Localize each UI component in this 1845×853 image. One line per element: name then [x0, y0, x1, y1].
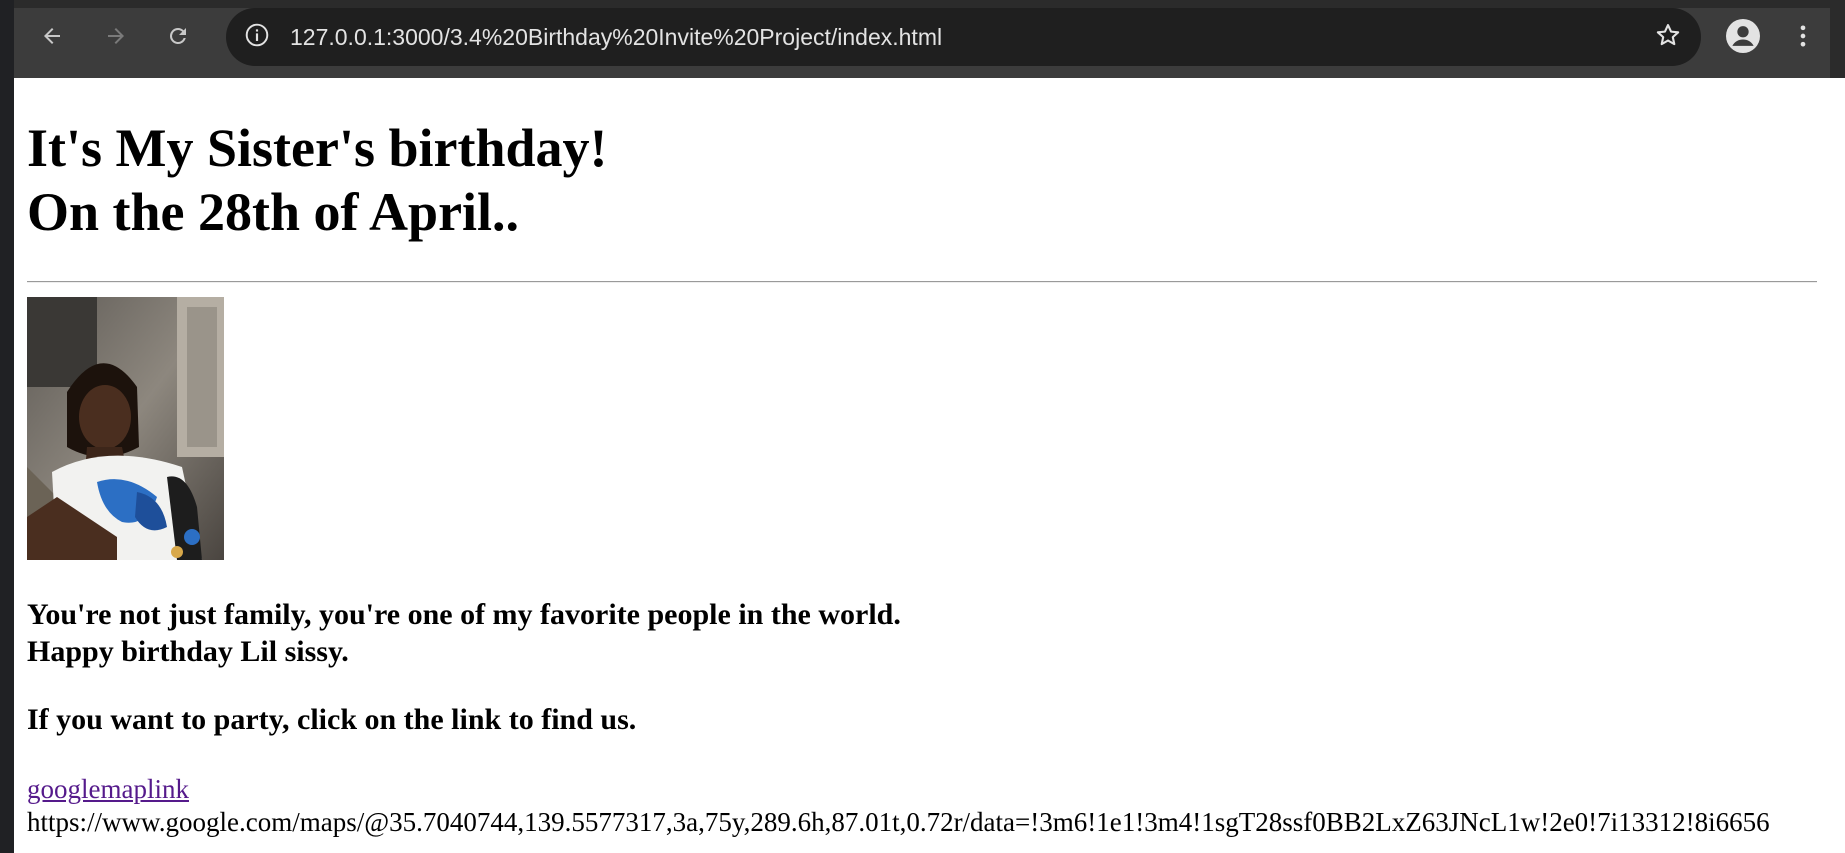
- info-icon: [244, 22, 270, 53]
- address-bar-url: 127.0.0.1:3000/3.4%20Birthday%20Invite%2…: [290, 24, 943, 50]
- browser-menu-button[interactable]: [1784, 18, 1822, 58]
- message-line-1: You're not just family, you're one of my…: [27, 598, 901, 631]
- star-icon: [1654, 21, 1682, 54]
- forward-button[interactable]: [96, 18, 136, 58]
- site-info-button[interactable]: [242, 22, 272, 52]
- back-button[interactable]: [32, 18, 72, 58]
- horizontal-rule: [27, 281, 1817, 283]
- browser-toolbar: 127.0.0.1:3000/3.4%20Birthday%20Invite%2…: [14, 0, 1830, 78]
- party-invite-text: If you want to party, click on the link …: [27, 703, 637, 736]
- heading-line-2: On the 28th of April..: [27, 182, 520, 242]
- google-map-link[interactable]: googlemaplink: [27, 773, 189, 805]
- message-line-2: Happy birthday Lil sissy.: [27, 635, 349, 668]
- background-window-strip-right: [1830, 0, 1845, 853]
- reload-icon: [166, 24, 190, 53]
- bookmark-button[interactable]: [1653, 22, 1683, 52]
- heading-line-1: It's My Sister's birthday!: [27, 118, 608, 178]
- profile-icon: [1726, 18, 1760, 58]
- address-bar[interactable]: 127.0.0.1:3000/3.4%20Birthday%20Invite%2…: [226, 8, 1701, 66]
- back-arrow-icon: [40, 24, 64, 53]
- background-window-strip-right-top: [1830, 0, 1845, 78]
- browser-window: 127.0.0.1:3000/3.4%20Birthday%20Invite%2…: [14, 0, 1830, 853]
- birthday-message: You're not just family, you're one of my…: [27, 596, 901, 670]
- map-url-text: https://www.google.com/maps/@35.7040744,…: [27, 807, 1770, 837]
- forward-arrow-icon: [104, 24, 128, 53]
- tab-strip-edge: [14, 0, 1830, 8]
- kebab-menu-icon: [1789, 22, 1817, 55]
- page-heading: It's My Sister's birthday! On the 28th o…: [27, 116, 608, 244]
- background-window-strip: [0, 0, 14, 853]
- profile-button[interactable]: [1724, 18, 1762, 58]
- sister-photo: [27, 297, 224, 560]
- page-content: It's My Sister's birthday! On the 28th o…: [14, 78, 1830, 853]
- reload-button[interactable]: [158, 18, 198, 58]
